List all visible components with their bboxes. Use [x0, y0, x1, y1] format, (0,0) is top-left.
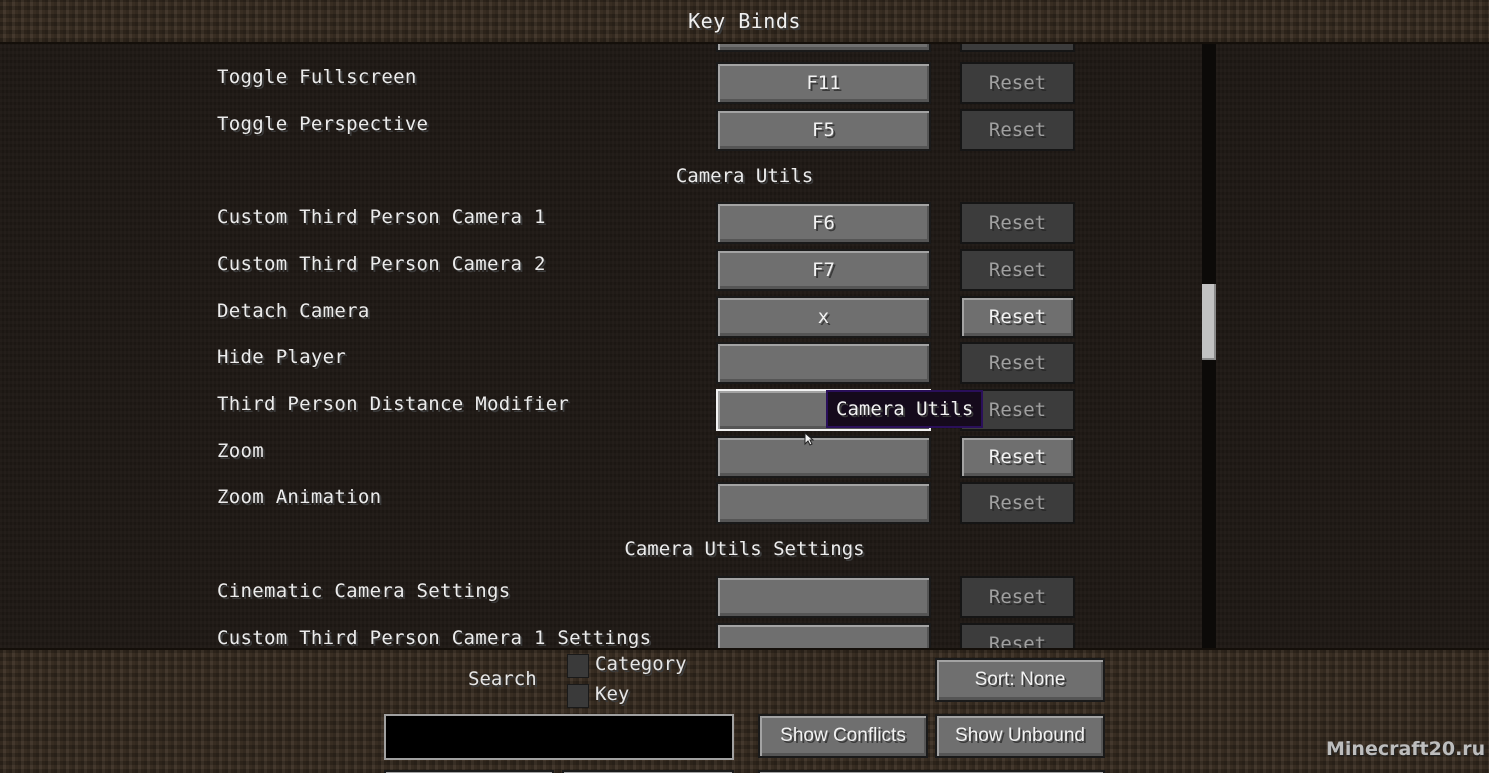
keybind-row-toggle-perspective: Toggle Perspective F5 Reset	[0, 109, 1200, 155]
show-conflicts-button[interactable]: Show Conflicts	[758, 714, 928, 758]
reset-button[interactable]: Reset	[960, 482, 1075, 524]
keybind-row-third-person-distance-modifier: Third Person Distance Modifier Reset	[0, 389, 1200, 435]
key-button[interactable]	[716, 342, 931, 384]
keybind-label: Detach Camera	[217, 300, 370, 322]
key-button[interactable]	[716, 436, 931, 478]
key-button[interactable]: X	[716, 296, 931, 338]
keybind-row-custom-camera-1: Custom Third Person Camera 1 F6 Reset	[0, 202, 1200, 248]
show-unbound-button[interactable]: Show Unbound	[935, 714, 1105, 758]
keybind-row-cinematic-camera-settings: Cinematic Camera Settings Reset	[0, 576, 1200, 622]
sort-button[interactable]: Sort: None	[935, 658, 1105, 702]
key-button[interactable]	[716, 576, 931, 618]
key-button[interactable]	[716, 44, 931, 52]
keybind-label: Third Person Distance Modifier	[217, 393, 570, 415]
scrollbar-thumb[interactable]	[1202, 284, 1216, 360]
keybind-row-hide-player: Hide Player Reset	[0, 342, 1200, 388]
keybind-row-custom-camera-1-settings: Custom Third Person Camera 1 Settings Re…	[0, 623, 1200, 648]
keybind-row-custom-camera-2: Custom Third Person Camera 2 F7 Reset	[0, 249, 1200, 295]
keybind-label: Zoom Animation	[217, 486, 382, 508]
reset-button[interactable]: Reset	[960, 249, 1075, 291]
reset-button[interactable]: Reset	[960, 623, 1075, 648]
tooltip: Camera Utils	[826, 390, 984, 428]
key-button[interactable]: F11	[716, 62, 931, 104]
reset-button[interactable]	[960, 44, 1075, 52]
category-checkbox[interactable]	[567, 654, 589, 678]
keybind-label: Hide Player	[217, 346, 347, 368]
keybind-label: Zoom	[217, 440, 264, 462]
keybind-label: Cinematic Camera Settings	[217, 580, 511, 602]
keybind-row-detach-camera: Detach Camera X Reset	[0, 296, 1200, 342]
keybind-row-zoom: Zoom Reset	[0, 436, 1200, 482]
key-button[interactable]: F7	[716, 249, 931, 291]
reset-button[interactable]: Reset	[960, 296, 1075, 338]
search-label: Search	[468, 668, 537, 690]
category-header-camera-utils-settings: Camera Utils Settings	[624, 538, 865, 560]
category-checkbox-label: Category	[595, 653, 687, 675]
reset-button[interactable]: Reset	[960, 576, 1075, 618]
page-title: Key Binds	[688, 9, 801, 33]
footer-panel: Search Category Key Sort: None Show Conf…	[0, 648, 1489, 773]
header-bar: Key Binds	[0, 0, 1489, 44]
keybind-row-toggle-fullscreen: Toggle Fullscreen F11 Reset	[0, 62, 1200, 108]
keybind-row-partial	[0, 44, 1200, 56]
keybind-label: Custom Third Person Camera 1 Settings	[217, 627, 652, 648]
reset-button[interactable]: Reset	[960, 109, 1075, 151]
key-checkbox[interactable]	[567, 684, 589, 708]
reset-button[interactable]: Reset	[960, 62, 1075, 104]
keybind-row-zoom-animation: Zoom Animation Reset	[0, 482, 1200, 528]
keybind-label: Toggle Perspective	[217, 113, 429, 135]
keybind-label: Custom Third Person Camera 1	[217, 206, 546, 228]
reset-button[interactable]: Reset	[960, 342, 1075, 384]
reset-button[interactable]: Reset	[960, 436, 1075, 478]
category-header-camera-utils: Camera Utils	[675, 165, 814, 187]
key-button[interactable]: F5	[716, 109, 931, 151]
reset-button[interactable]: Reset	[960, 202, 1075, 244]
search-input[interactable]	[384, 714, 734, 760]
mouse-cursor-icon	[804, 432, 814, 446]
keybind-list: Toggle Fullscreen F11 Reset Toggle Persp…	[0, 44, 1489, 648]
keybind-label: Toggle Fullscreen	[217, 66, 417, 88]
key-button[interactable]	[716, 482, 931, 524]
keybind-label: Custom Third Person Camera 2	[217, 253, 546, 275]
key-button[interactable]: F6	[716, 202, 931, 244]
key-checkbox-label: Key	[595, 683, 630, 705]
key-button[interactable]	[716, 623, 931, 648]
watermark: Minecraft20.ru	[1326, 738, 1486, 760]
